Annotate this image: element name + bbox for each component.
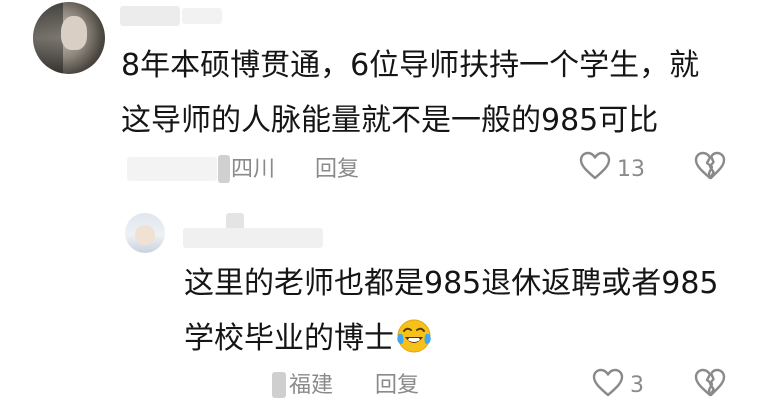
like-count: 3: [630, 373, 644, 398]
comment-text-line: 学校毕业的博士: [184, 317, 432, 361]
comment-text-segment: 学校毕业的博士: [184, 321, 394, 356]
comment-text-line: 这里的老师也都是985退休返聘或者985: [184, 266, 719, 301]
redaction-bar: [218, 155, 230, 183]
comment-text-line: 这导师的人脉能量就不是一般的985可比: [121, 103, 659, 138]
user-avatar[interactable]: [33, 2, 105, 74]
username-blurred[interactable]: [120, 6, 180, 26]
user-avatar[interactable]: [125, 213, 165, 253]
redaction-bar: [272, 372, 286, 398]
heart-icon[interactable]: [592, 368, 624, 398]
ip-location: 四川: [231, 157, 276, 182]
reply-button[interactable]: 回复: [375, 372, 419, 400]
comment-text-line: 8年本硕博贯通，6位导师扶持一个学生，就: [121, 48, 700, 83]
laughing-crying-emoji-icon: [396, 318, 432, 354]
like-count: 13: [617, 157, 645, 182]
broken-heart-icon[interactable]: [694, 368, 726, 398]
username-blurred-tail: [183, 228, 323, 248]
broken-heart-icon[interactable]: [694, 151, 726, 181]
ip-location: 福建: [289, 373, 334, 398]
timestamp-blurred: [127, 157, 217, 181]
reply-button[interactable]: 回复: [315, 156, 359, 184]
heart-icon[interactable]: [579, 151, 611, 181]
username-blurred-tail: [182, 8, 222, 24]
